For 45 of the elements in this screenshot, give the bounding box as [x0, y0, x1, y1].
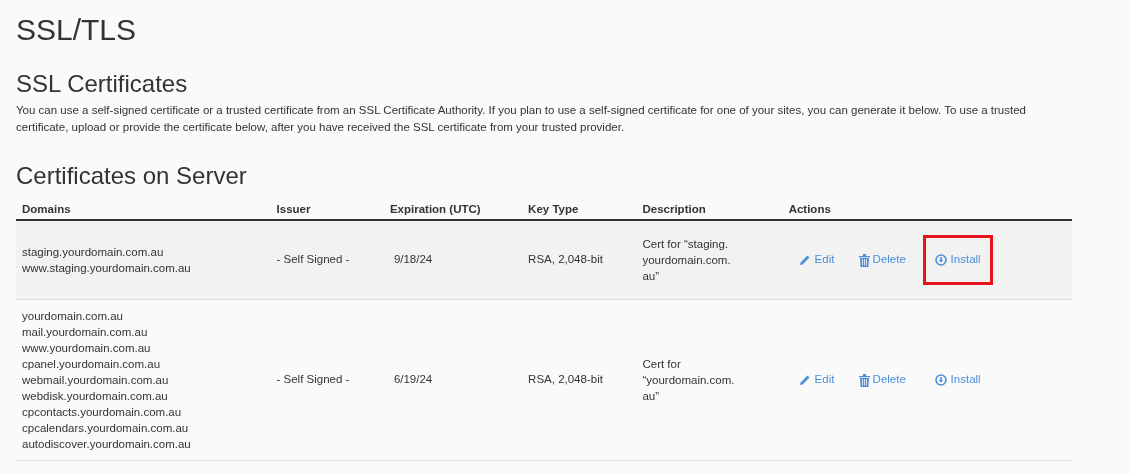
trash-icon: [858, 253, 870, 267]
domain-text: www.yourdomain.com.au: [22, 341, 151, 356]
edit-link[interactable]: Edit: [798, 251, 859, 269]
description-text: Cert for: [642, 357, 681, 372]
description-text: “yourdomain.com.: [642, 373, 735, 388]
domain-text: webmail.yourdomain.com.au: [22, 373, 169, 388]
domain-text: mail.yourdomain.com.au: [22, 325, 148, 340]
column-header: Domains: [22, 202, 71, 215]
column-header: Description: [642, 202, 706, 215]
issuer-text: - Self Signed -: [276, 373, 350, 386]
domain-text: autodiscover.yourdomain.com.au: [22, 437, 191, 452]
domain-text: webdisk.yourdomain.com.au: [22, 389, 168, 404]
column-header: Expiration (UTC): [389, 202, 481, 215]
column-header: Key Type: [528, 202, 579, 215]
table-title: Certificates on Server: [16, 161, 248, 191]
pencil-icon: [798, 374, 811, 386]
domain-text: cpanel.yourdomain.com.au: [22, 357, 161, 372]
delete-link[interactable]: Delete: [858, 251, 919, 269]
domain-text: staging.yourdomain.com.au: [22, 245, 164, 260]
trash-icon: [858, 373, 870, 387]
expiration-text: 9/18/24: [393, 253, 433, 266]
domain-text: www.staging.yourdomain.com.au: [22, 261, 191, 276]
install-link[interactable]: Install: [922, 235, 993, 285]
key-type-text: RSA, 2,048-bit: [528, 253, 603, 266]
section-description: You can use a self-signed certificate or a trusted certificate from an SSL Certificate Authority. If you plan to use a self-signed certificate for one of your sites, you can generate it below. To use a trusted certificate, upload or provide the certificate below, after you have received the SSL certificate from your trusted provider.: [16, 103, 1027, 135]
domain-text: yourdomain.com.au: [22, 309, 123, 324]
section-title: SSL Certificates: [16, 69, 189, 99]
column-header: Actions: [788, 202, 831, 215]
key-type-text: RSA, 2,048-bit: [528, 373, 603, 386]
expiration-text: 6/19/24: [393, 373, 433, 386]
install-link[interactable]: Install: [922, 355, 993, 405]
description-text: au”: [642, 269, 660, 284]
page-title: SSL/TLS: [16, 12, 138, 48]
description-text: Cert for “staging.: [642, 237, 729, 252]
download-icon: [934, 254, 947, 266]
issuer-text: - Self Signed -: [276, 253, 350, 266]
delete-link[interactable]: Delete: [858, 371, 919, 389]
domain-text: cpcalendars.yourdomain.com.au: [22, 421, 189, 436]
column-header: Issuer: [276, 202, 311, 215]
download-icon: [934, 374, 947, 386]
pencil-icon: [798, 254, 811, 266]
edit-link[interactable]: Edit: [798, 371, 859, 389]
description-text: yourdomain.com.: [642, 253, 731, 268]
description-text: au”: [642, 389, 660, 404]
domain-text: cpcontacts.yourdomain.com.au: [22, 405, 182, 420]
